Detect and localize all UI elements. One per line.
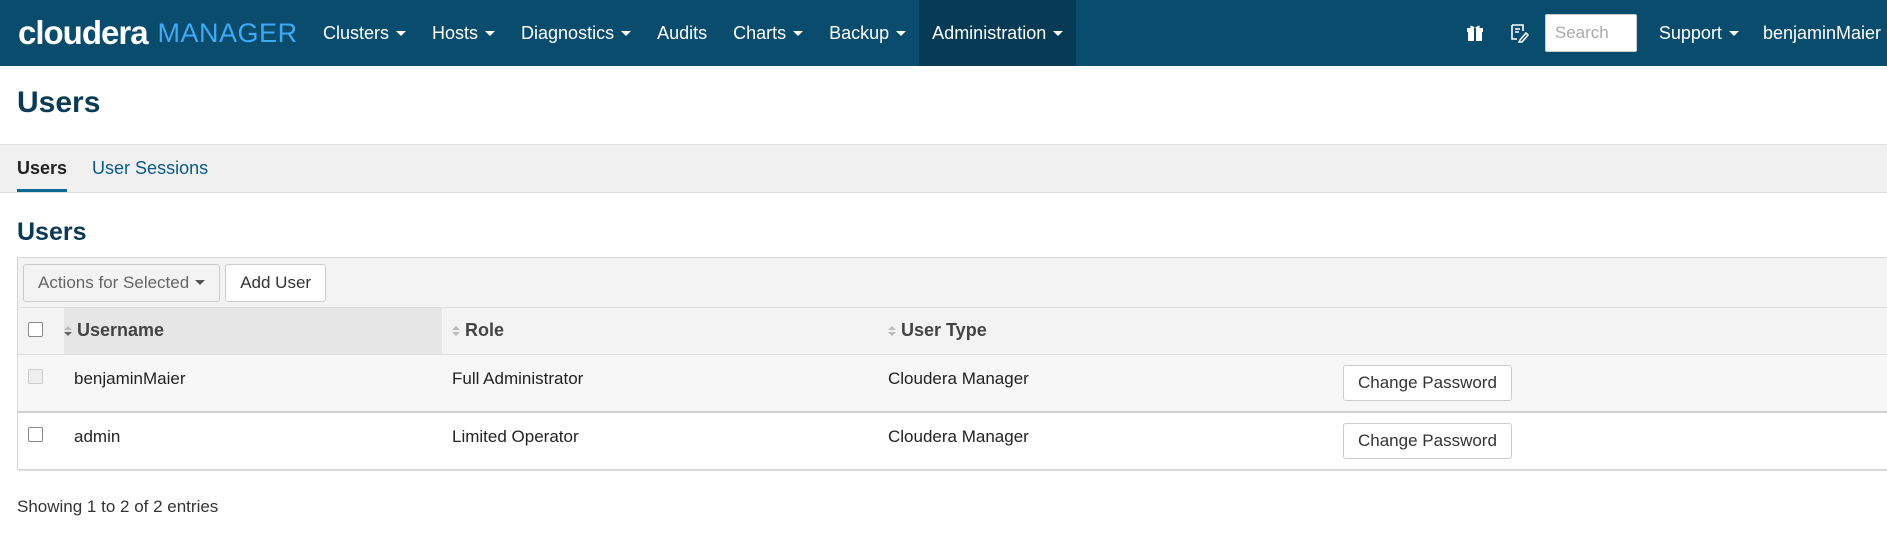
action-cell: Change Password [1339,354,1887,412]
nav-charts-label: Charts [733,22,787,43]
nav-administration[interactable]: Administration [919,0,1077,66]
column-header-user-type[interactable]: User Type [879,308,1339,354]
select-all-cell [18,308,64,354]
table-row: benjaminMaier Full Administrator Clouder… [18,354,1887,412]
column-label: User Type [901,320,987,341]
nav-user-label: benjaminMaier [1762,22,1881,43]
role-cell: Limited Operator [452,427,579,446]
nav-user-menu[interactable]: benjaminMaier [1751,23,1887,44]
tab-user-sessions[interactable]: User Sessions [92,145,208,192]
nav-audits[interactable]: Audits [644,0,720,66]
caret-down-icon [396,30,407,36]
nav-charts[interactable]: Charts [720,0,816,66]
nav-clusters-label: Clusters [323,22,390,43]
search-input[interactable] [1544,14,1637,52]
nav-clusters[interactable]: Clusters [310,0,419,66]
role-cell: Full Administrator [452,368,584,388]
nav-diagnostics[interactable]: Diagnostics [508,0,644,66]
column-header-role[interactable]: Role [442,308,879,354]
table-row: admin Limited Operator Cloudera Manager … [18,412,1887,470]
nav-backup[interactable]: Backup [816,0,919,66]
select-all-checkbox[interactable] [28,322,43,338]
change-password-button[interactable]: Change Password [1343,423,1512,459]
nav-hosts-label: Hosts [432,22,479,43]
add-user-button[interactable]: Add User [225,263,327,302]
nav-hosts[interactable]: Hosts [419,0,508,66]
change-password-button[interactable]: Change Password [1343,364,1512,401]
sort-icon [64,326,72,337]
username-cell: benjaminMaier [74,368,186,388]
caret-down-icon [793,30,804,36]
users-table: Username Role User Type benjaminMaier Fu… [18,308,1887,471]
caret-down-icon [485,30,496,36]
sort-icon [452,326,460,337]
column-label: Username [77,320,165,341]
gift-icon[interactable] [1453,0,1497,66]
section-title: Users [17,218,87,246]
brand-product: MANAGER [157,17,298,48]
row-select-cell [18,412,64,470]
user-type-cell: Cloudera Manager [888,427,1029,446]
action-cell: Change Password [1339,412,1887,470]
main-nav: Clusters Hosts Diagnostics Audits Charts… [310,0,1077,66]
table-toolbar: Actions for Selected Add User [18,258,1887,308]
users-table-panel: Actions for Selected Add User Username R… [17,257,1887,470]
username-cell: admin [74,427,121,446]
nav-support-label: Support [1658,22,1722,43]
row-checkbox[interactable] [28,427,43,442]
table-info: Showing 1 to 2 of 2 entries [17,497,219,516]
top-navbar: cloudera MANAGER Clusters Hosts Diagnost… [0,0,1887,66]
column-label: Role [465,320,505,341]
caret-down-icon [896,30,907,36]
caret-down-icon [1728,30,1739,36]
caret-down-icon [195,280,206,285]
tabs-bar: Users User Sessions [0,144,1887,193]
nav-backup-label: Backup [829,22,890,43]
nav-audits-label: Audits [657,22,708,43]
cloudera-manager-logo[interactable]: cloudera MANAGER [0,0,310,66]
user-type-cell: Cloudera Manager [888,368,1029,388]
column-header-username[interactable]: Username [64,308,442,354]
actions-label: Actions for Selected [38,272,190,292]
nav-administration-label: Administration [932,22,1047,43]
brand-name: cloudera [18,14,149,51]
nav-right: Support benjaminMaier [1453,0,1887,66]
sort-icon [888,326,896,337]
pen-notes-icon[interactable] [1497,0,1541,66]
nav-support[interactable]: Support [1647,23,1751,44]
table-header-row: Username Role User Type [18,308,1887,354]
column-header-actions [1339,308,1887,354]
caret-down-icon [621,30,632,36]
tab-users[interactable]: Users [17,148,68,192]
actions-for-selected-button[interactable]: Actions for Selected [23,263,221,302]
page-title: Users [17,86,101,119]
row-select-cell [18,354,64,412]
caret-down-icon [1053,30,1064,36]
row-checkbox [28,368,43,384]
nav-diagnostics-label: Diagnostics [521,22,615,43]
